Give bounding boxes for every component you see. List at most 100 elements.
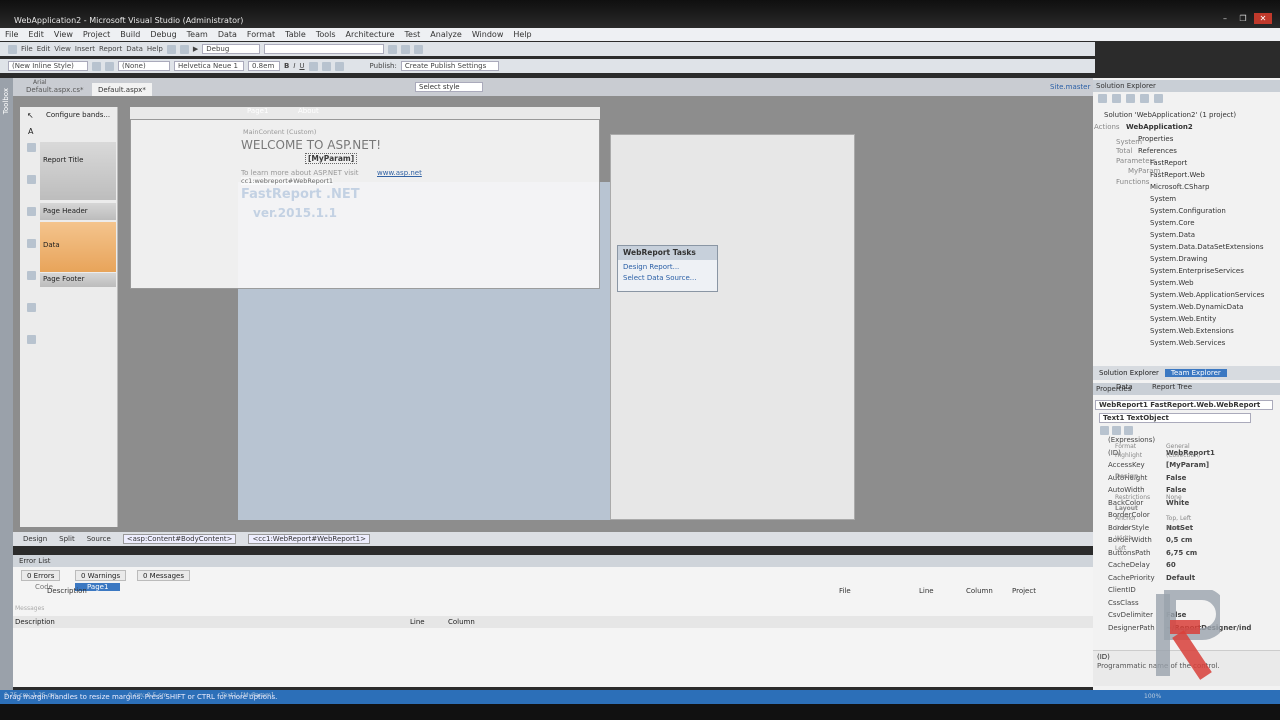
band-page-header[interactable]: Page Header [40, 203, 116, 220]
band-report-title[interactable]: Report Title [40, 142, 116, 200]
tab-team-explorer[interactable]: Team Explorer [1164, 369, 1227, 377]
toolbox-strip[interactable]: Toolbox [0, 78, 13, 698]
data-tree-item[interactable]: Actions [1094, 123, 1120, 131]
block-format-select[interactable]: (None) [118, 61, 170, 71]
text-color-icon[interactable] [308, 61, 318, 71]
split-view-button[interactable]: Split [59, 535, 75, 543]
menu-project[interactable]: Project [83, 30, 110, 39]
property-row[interactable]: CachePriority Default [1108, 574, 1256, 582]
new-project-icon[interactable] [8, 44, 17, 54]
report-page[interactable]: MainContent (Custom) WELCOME TO ASP.NET!… [130, 119, 600, 289]
font-name-select[interactable]: Helvetica Neue 1 [174, 61, 244, 71]
asp-net-link[interactable]: www.asp.net [377, 169, 422, 177]
style-apply-icon[interactable] [92, 61, 101, 71]
report-menu-edit[interactable]: Edit [37, 45, 51, 53]
tree-item[interactable]: Properties [1138, 135, 1173, 143]
param-textobject[interactable]: [MyParam] [305, 153, 358, 164]
object-selector-report[interactable]: Text1 TextObject [1099, 413, 1251, 423]
tab-report-tree[interactable]: Report Tree [1152, 383, 1192, 391]
data-tree-item[interactable]: Total [1116, 147, 1132, 155]
warnings-tab[interactable]: 0 Warnings [75, 570, 127, 581]
tab-about[interactable]: About [298, 107, 319, 115]
menu-architecture[interactable]: Architecture [346, 30, 395, 39]
report-menu-file[interactable]: File [21, 45, 33, 53]
find-icon[interactable] [388, 44, 398, 54]
tree-item[interactable]: System.Web.Entity [1150, 315, 1216, 323]
tree-item[interactable]: System.Data.DataSetExtensions [1150, 243, 1264, 251]
alphabetical-icon[interactable] [1112, 426, 1121, 435]
menu-tools[interactable]: Tools [316, 30, 336, 39]
undo-icon[interactable] [179, 44, 189, 54]
inline-style-select[interactable]: (New Inline Style) [8, 61, 88, 71]
tree-item[interactable]: System.Web.DynamicData [1150, 303, 1243, 311]
source-view-button[interactable]: Source [87, 535, 111, 543]
menu-table[interactable]: Table [285, 30, 306, 39]
tree-item[interactable]: System.Web [1150, 279, 1194, 287]
menu-test[interactable]: Test [405, 30, 421, 39]
object-selector[interactable]: WebReport1 FastReport.Web.WebReport [1095, 400, 1273, 410]
minimize-icon[interactable]: – [1218, 13, 1232, 24]
property-row[interactable]: AutoWidth False [1108, 486, 1256, 494]
data-tree-item[interactable]: MyParam [1128, 167, 1160, 175]
menu-help[interactable]: Help [513, 30, 531, 39]
menu-debug[interactable]: Debug [150, 30, 176, 39]
band-data[interactable]: Data [40, 222, 116, 272]
view-designer-icon[interactable] [1154, 94, 1163, 103]
tree-item[interactable]: System [1150, 195, 1176, 203]
menu-window[interactable]: Window [472, 30, 504, 39]
menu-format[interactable]: Format [247, 30, 275, 39]
text-tool-icon[interactable]: A [28, 127, 33, 136]
show-all-files-icon[interactable] [1112, 94, 1121, 103]
platform-select[interactable] [264, 44, 385, 54]
save-icon[interactable] [166, 44, 176, 54]
properties-icon[interactable] [414, 44, 424, 54]
line-tool-icon[interactable] [27, 175, 36, 184]
breadcrumb-webreport[interactable]: <cc1:WebReport#WebReport1> [248, 534, 370, 544]
tab-data[interactable]: Data [1116, 383, 1133, 391]
list-icon[interactable] [334, 61, 344, 71]
report-menu-view[interactable]: View [54, 45, 71, 53]
font-size-select[interactable]: 0.8em [248, 61, 280, 71]
menu-view[interactable]: View [54, 30, 73, 39]
close-icon[interactable]: ✕ [1254, 13, 1272, 24]
refresh-icon[interactable] [1126, 94, 1135, 103]
design-report-link[interactable]: Design Report... [618, 263, 717, 271]
select-datasource-link[interactable]: Select Data Source... [618, 274, 717, 282]
report-menu-help[interactable]: Help [147, 45, 163, 53]
breadcrumb-content[interactable]: <asp:Content#BodyContent> [122, 534, 237, 544]
table-tool-icon[interactable] [27, 335, 36, 344]
property-row[interactable]: ButtonsPath 6,75 cm [1108, 549, 1256, 557]
categorized-icon[interactable] [1100, 426, 1109, 435]
underline-icon[interactable]: U [299, 62, 304, 70]
data-tree-item[interactable]: Functions [1116, 178, 1149, 186]
errors-tab[interactable]: 0 Errors [21, 570, 61, 581]
data-tree-item[interactable]: Parameters [1116, 157, 1156, 165]
report-menu-insert[interactable]: Insert [75, 45, 95, 53]
pointer-icon[interactable]: ↖ [27, 111, 34, 120]
view-code-icon[interactable] [1140, 94, 1149, 103]
menu-team[interactable]: Team [187, 30, 208, 39]
tree-item[interactable]: Microsoft.CSharp [1150, 183, 1209, 191]
tree-item[interactable]: System.Drawing [1150, 255, 1207, 263]
design-view-button[interactable]: Design [23, 535, 47, 543]
report-menu-data[interactable]: Data [126, 45, 143, 53]
property-row[interactable]: CacheDelay 60 [1108, 561, 1256, 569]
property-row[interactable]: BorderStyle NotSet [1108, 524, 1256, 532]
start-debug-icon[interactable]: ▶ [193, 45, 198, 53]
menu-edit[interactable]: Edit [28, 30, 44, 39]
bold-icon[interactable]: B [284, 62, 289, 70]
shape-tool-icon[interactable] [27, 207, 36, 216]
band-page-footer[interactable]: Page Footer [40, 273, 116, 287]
style-manage-icon[interactable] [105, 61, 114, 71]
configure-bands-button[interactable]: Configure bands... [46, 111, 110, 119]
properties-icon[interactable] [1098, 94, 1107, 103]
site-master-link[interactable]: Site.master [1050, 83, 1090, 91]
menu-file[interactable]: File [5, 30, 18, 39]
menu-analyze[interactable]: Analyze [430, 30, 462, 39]
barcode-tool-icon[interactable] [27, 239, 36, 248]
project-item[interactable]: WebApplication2 [1126, 123, 1193, 131]
data-tree-item[interactable]: System [1116, 138, 1142, 146]
solution-explorer-icon[interactable] [401, 44, 411, 54]
tree-item[interactable]: System.Web.ApplicationServices [1150, 291, 1264, 299]
solution-item[interactable]: Solution 'WebApplication2' (1 project) [1104, 111, 1236, 119]
